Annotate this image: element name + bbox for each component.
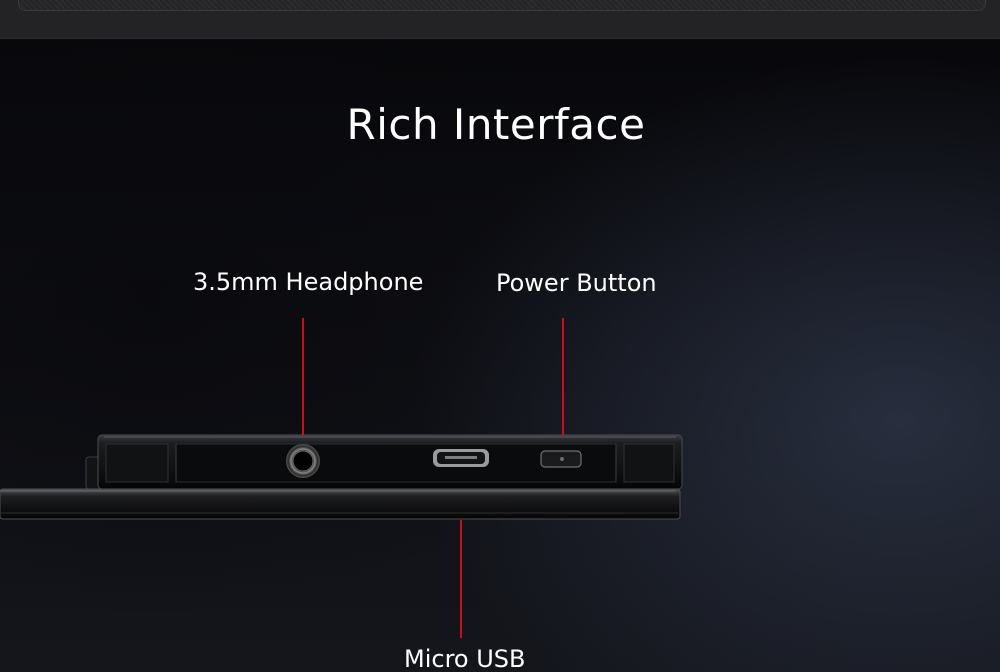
micro-usb-callout-line: [460, 520, 462, 638]
power-button-icon: [540, 450, 582, 468]
device-side-view: [0, 434, 683, 520]
product-feature-section: Rich Interface 3.5mm Headphone Power But…: [0, 0, 1000, 672]
device-base: [0, 488, 681, 520]
headphone-callout-line: [302, 318, 304, 436]
section-title: Rich Interface: [346, 100, 646, 149]
device-top-shell: [97, 434, 683, 490]
power-button-callout-line: [562, 318, 564, 436]
micro-usb-port-icon: [433, 449, 489, 467]
top-strip: [0, 0, 1000, 39]
carbon-fiber-panel: [18, 0, 986, 11]
micro-usb-callout-label: Micro USB: [404, 645, 526, 672]
headphone-callout-label: 3.5mm Headphone: [193, 268, 424, 296]
power-button-callout-label: Power Button: [496, 269, 657, 297]
headphone-jack-icon: [286, 444, 320, 478]
